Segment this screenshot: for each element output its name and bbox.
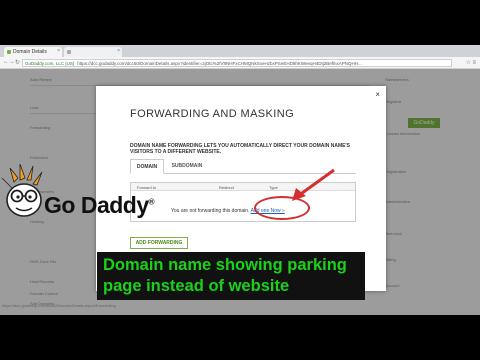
close-tab-icon[interactable]: × <box>57 48 60 54</box>
close-tab-icon[interactable]: × <box>117 48 120 54</box>
modal-title: FORWARDING AND MASKING <box>130 108 295 120</box>
modal-description: DOMAIN NAME FORWARDING LETS YOU AUTOMATI… <box>130 143 350 155</box>
address-bar: ← → ↻ GoDaddy.com, LLC [US] https://dcc.g… <box>0 57 480 69</box>
tab-new[interactable]: × <box>64 47 122 57</box>
tab-bar: Domain Details × × <box>0 45 480 57</box>
menu-icon[interactable]: ☆ ≡ <box>465 59 476 66</box>
favicon-icon <box>67 50 71 54</box>
tab-label: Domain Details <box>13 49 47 55</box>
column-redirect: Redirect <box>219 185 234 190</box>
logo-wordmark: Go Daddy <box>44 192 149 218</box>
caption-text: Domain name showing parking page instead… <box>103 256 347 295</box>
status-bar: https://dcc.godaddy.com/dcc50/DomainDeta… <box>2 303 116 308</box>
column-type: Type <box>269 185 278 190</box>
reload-icon[interactable]: ↻ <box>15 59 20 66</box>
url-text: https://dcc.godaddy.com/dcc50/DomainDeta… <box>77 61 362 66</box>
video-frame: Domain Details × × ← → ↻ GoDaddy.com, LL… <box>0 0 480 360</box>
url-input[interactable]: GoDaddy.com, LLC [US] https://dcc.godaddy… <box>22 59 452 67</box>
godaddy-logo-text: Go Daddy® <box>44 192 155 219</box>
favicon-icon <box>7 50 11 54</box>
annotation-arrow-icon <box>292 168 335 201</box>
add-forwarding-button[interactable]: ADD FORWARDING <box>130 237 188 249</box>
secure-label: GoDaddy.com, LLC [US] <box>25 61 75 66</box>
close-icon[interactable]: × <box>375 90 380 99</box>
empty-text: You are not forwarding this domain. <box>171 208 250 214</box>
caption-banner: Domain name showing parking page instead… <box>97 252 365 300</box>
tab-subdomain[interactable]: SUBDOMAIN <box>164 159 210 174</box>
registered-mark: ® <box>148 197 155 207</box>
tab-domain-details[interactable]: Domain Details × <box>4 47 62 57</box>
